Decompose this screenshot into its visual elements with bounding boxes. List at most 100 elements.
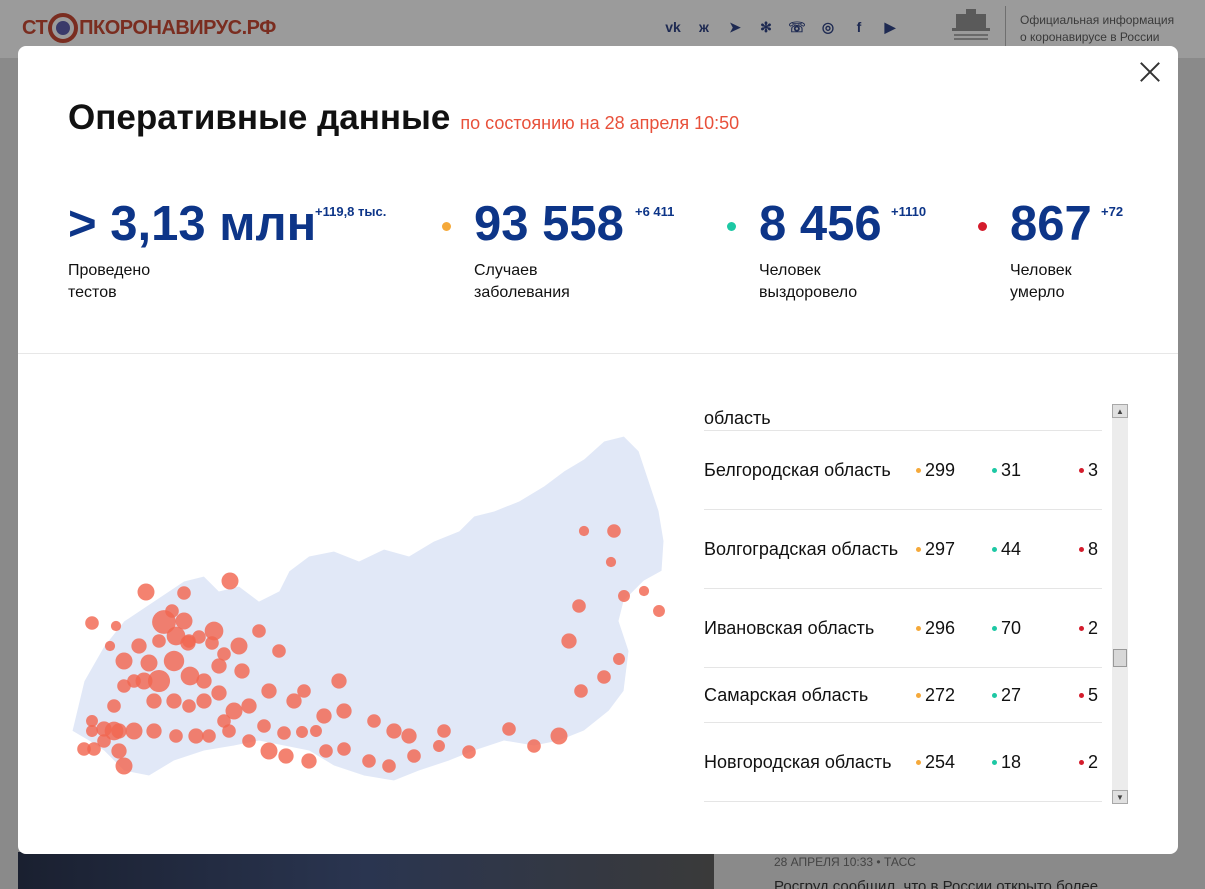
region-case-bubble[interactable] [117, 679, 131, 693]
table-row[interactable]: Новгородская область 254 18 2 [704, 723, 1102, 802]
site-logo[interactable]: СТ ПКОРОНАВИРУС.РФ [22, 12, 276, 44]
region-case-bubble[interactable] [297, 684, 311, 698]
region-case-bubble[interactable] [86, 715, 98, 727]
region-case-bubble[interactable] [96, 721, 112, 737]
region-case-bubble[interactable] [502, 722, 516, 736]
region-case-bubble[interactable] [163, 650, 185, 672]
region-case-bubble[interactable] [146, 693, 162, 709]
region-case-bubble[interactable] [574, 684, 588, 698]
region-case-bubble[interactable] [260, 742, 278, 760]
region-case-bubble[interactable] [462, 745, 476, 759]
region-case-bubble[interactable] [182, 699, 196, 713]
region-case-bubble[interactable] [401, 728, 417, 744]
viber-icon[interactable]: ☏ [786, 16, 808, 38]
region-case-bubble[interactable] [165, 604, 179, 618]
region-case-bubble[interactable] [140, 654, 158, 672]
region-case-bubble[interactable] [204, 621, 224, 641]
region-case-bubble[interactable] [177, 586, 191, 600]
vk-icon[interactable]: vk [662, 16, 684, 38]
region-case-bubble[interactable] [618, 590, 630, 602]
news-photo[interactable] [18, 852, 714, 889]
region-case-bubble[interactable] [261, 683, 277, 699]
scroll-down-icon[interactable]: ▼ [1112, 790, 1128, 804]
region-case-bubble[interactable] [257, 719, 271, 733]
region-case-bubble[interactable] [527, 739, 541, 753]
region-case-bubble[interactable] [277, 726, 291, 740]
region-case-bubble[interactable] [578, 525, 590, 537]
russia-map[interactable] [64, 431, 674, 781]
region-case-bubble[interactable] [182, 634, 196, 648]
table-row[interactable]: Ивановская область 296 70 2 [704, 589, 1102, 668]
government-emblem[interactable] [946, 6, 1006, 48]
region-case-bubble[interactable] [175, 612, 193, 630]
region-case-bubble[interactable] [146, 723, 162, 739]
region-case-bubble[interactable] [217, 714, 231, 728]
region-case-bubble[interactable] [202, 729, 216, 743]
yandex-zen-icon[interactable]: ✻ [755, 16, 777, 38]
region-case-bubble[interactable] [85, 616, 99, 630]
region-case-bubble[interactable] [152, 634, 166, 648]
region-case-bubble[interactable] [221, 572, 239, 590]
region-case-bubble[interactable] [572, 599, 586, 613]
table-row[interactable]: Волгоградская область 297 44 8 [704, 510, 1102, 589]
table-row[interactable]: Белгородская область 299 31 3 [704, 431, 1102, 510]
region-case-bubble[interactable] [301, 753, 317, 769]
gov-info-text[interactable]: Официальная информация о коронавирусе в … [1020, 12, 1174, 46]
region-case-bubble[interactable] [77, 742, 91, 756]
region-case-bubble[interactable] [234, 663, 250, 679]
region-case-bubble[interactable] [196, 693, 212, 709]
table-row[interactable]: область [704, 404, 1102, 431]
region-case-bubble[interactable] [115, 652, 133, 670]
ok-icon[interactable]: ж [693, 16, 715, 38]
region-case-bubble[interactable] [319, 744, 333, 758]
table-scrollbar[interactable]: ▲ ▼ [1112, 404, 1128, 804]
region-case-bubble[interactable] [278, 748, 294, 764]
region-case-bubble[interactable] [110, 620, 122, 632]
close-icon[interactable] [1138, 60, 1162, 84]
region-case-bubble[interactable] [336, 703, 352, 719]
youtube-icon[interactable]: ▶ [879, 16, 901, 38]
region-case-bubble[interactable] [653, 605, 665, 617]
region-case-bubble[interactable] [115, 757, 133, 775]
region-case-bubble[interactable] [211, 685, 227, 701]
region-case-bubble[interactable] [638, 585, 650, 597]
region-case-bubble[interactable] [230, 637, 248, 655]
region-case-bubble[interactable] [169, 729, 183, 743]
region-case-bubble[interactable] [337, 742, 351, 756]
scroll-thumb[interactable] [1113, 649, 1127, 667]
region-case-bubble[interactable] [362, 754, 376, 768]
region-case-bubble[interactable] [241, 698, 257, 714]
region-case-bubble[interactable] [561, 633, 577, 649]
region-case-bubble[interactable] [104, 640, 116, 652]
region-case-bubble[interactable] [296, 726, 308, 738]
region-case-bubble[interactable] [367, 714, 381, 728]
region-case-bubble[interactable] [382, 759, 396, 773]
region-case-bubble[interactable] [550, 727, 568, 745]
region-case-bubble[interactable] [131, 638, 147, 654]
region-case-bubble[interactable] [272, 644, 286, 658]
table-row[interactable]: Самарская область 272 27 5 [704, 668, 1102, 723]
region-case-bubble[interactable] [433, 740, 445, 752]
news-title[interactable]: Росгруд сообщил, что в России открыто бо… [774, 878, 1098, 889]
region-case-bubble[interactable] [125, 722, 143, 740]
region-case-bubble[interactable] [331, 673, 347, 689]
region-case-bubble[interactable] [166, 693, 182, 709]
region-case-bubble[interactable] [316, 708, 332, 724]
regions-table[interactable]: область Белгородская область 299 31 3 Во… [704, 404, 1104, 804]
region-case-bubble[interactable] [386, 723, 402, 739]
scroll-up-icon[interactable]: ▲ [1112, 404, 1128, 418]
region-case-bubble[interactable] [605, 556, 617, 568]
region-case-bubble[interactable] [211, 658, 227, 674]
region-case-bubble[interactable] [242, 734, 256, 748]
region-case-bubble[interactable] [597, 670, 611, 684]
facebook-icon[interactable]: f [848, 16, 870, 38]
region-case-bubble[interactable] [137, 583, 155, 601]
region-case-bubble[interactable] [188, 728, 204, 744]
region-case-bubble[interactable] [252, 624, 266, 638]
region-case-bubble[interactable] [613, 653, 625, 665]
instagram-icon[interactable]: ◎ [817, 16, 839, 38]
region-case-bubble[interactable] [107, 699, 121, 713]
region-case-bubble[interactable] [607, 524, 621, 538]
region-case-bubble[interactable] [310, 725, 322, 737]
telegram-icon[interactable]: ➤ [724, 16, 746, 38]
